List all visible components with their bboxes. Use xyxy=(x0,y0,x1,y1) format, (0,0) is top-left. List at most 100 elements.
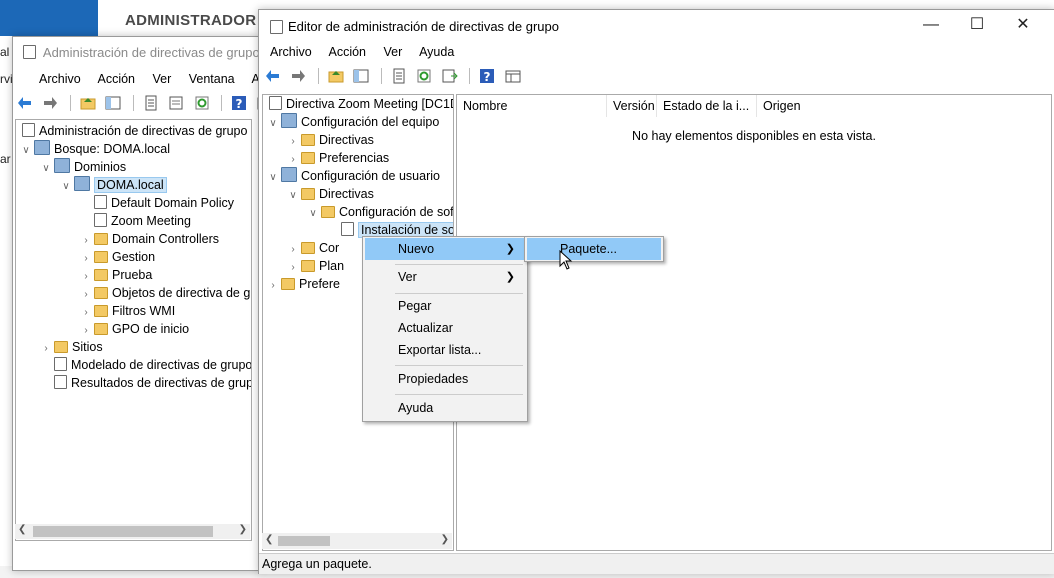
tree-item-software-settings[interactable]: ∨ Configuración de sof xyxy=(307,203,453,223)
column-header-install-state[interactable]: Estado de la i... xyxy=(657,95,757,117)
menu-item-exportar-lista[interactable]: Exportar lista... xyxy=(365,339,525,361)
tree-item-starter-gpos[interactable]: › GPO de inicio xyxy=(80,320,189,338)
software-installation-icon xyxy=(341,222,354,236)
tree-item-computer-policies[interactable]: › Directivas xyxy=(287,131,374,149)
gpmc-menu-archivo[interactable]: Archivo xyxy=(39,72,81,86)
editor-horizontal-scrollbar[interactable]: ❮ ❯ xyxy=(262,533,452,549)
menu-item-ver[interactable]: Ver ❯ xyxy=(365,266,525,288)
tree-item-label: Objetos de directiva de gr xyxy=(112,286,252,300)
domains-icon xyxy=(54,158,70,173)
editor-menubar: Archivo Acción Ver Ayuda xyxy=(270,45,468,59)
scrollbar-thumb[interactable] xyxy=(33,526,213,537)
back-arrow-icon[interactable] xyxy=(265,68,281,84)
tree-item-modeling[interactable]: Modelado de directivas de grupo xyxy=(40,356,251,374)
show-hide-tree-icon[interactable] xyxy=(353,68,369,84)
scrollbar-thumb[interactable] xyxy=(278,536,330,546)
tree-item-domains[interactable]: ∨ Dominios xyxy=(40,158,126,176)
forward-arrow-icon[interactable] xyxy=(42,95,58,111)
menu-item-label: Ver xyxy=(398,270,417,284)
gpmc-menu-accion[interactable]: Acción xyxy=(97,72,135,86)
toolbar-separator xyxy=(317,68,319,84)
help-icon[interactable]: ? xyxy=(231,95,247,111)
close-button[interactable]: ✕ xyxy=(1000,10,1046,40)
empty-list-message: No hay elementos disponibles en esta vis… xyxy=(632,129,876,143)
collapsed-chevron-icon[interactable]: › xyxy=(267,277,279,295)
tree-item-default-domain-policy[interactable]: Default Domain Policy xyxy=(80,194,234,212)
tree-item-plan[interactable]: › Plan xyxy=(287,257,344,275)
column-header-origin[interactable]: Origen xyxy=(757,95,863,117)
editor-menu-archivo[interactable]: Archivo xyxy=(270,45,312,59)
menu-item-ayuda[interactable]: Ayuda xyxy=(365,397,525,419)
editor-list-pane[interactable]: Nombre Versión Estado de la i... Origen … xyxy=(456,94,1052,551)
expand-chevron-icon[interactable]: ∨ xyxy=(20,142,32,160)
tree-item-computer-preferences[interactable]: › Preferencias xyxy=(287,149,389,167)
expand-chevron-icon[interactable]: ∨ xyxy=(267,115,279,133)
tree-item-prueba[interactable]: › Prueba xyxy=(80,266,152,284)
scroll-right-icon[interactable]: ❯ xyxy=(441,534,449,545)
gpmc-menu-ver[interactable]: Ver xyxy=(153,72,172,86)
menu-item-label: Exportar lista... xyxy=(398,343,482,357)
scroll-left-icon[interactable]: ❮ xyxy=(18,524,26,535)
properties-icon[interactable] xyxy=(143,95,159,111)
gpmc-tree-pane[interactable]: Administración de directivas de grupo ∨ B… xyxy=(15,119,252,541)
menu-item-paquete[interactable]: Paquete... xyxy=(527,238,661,260)
help-icon[interactable]: ? xyxy=(479,68,495,84)
expand-chevron-icon[interactable]: ∨ xyxy=(267,169,279,187)
forward-arrow-icon[interactable] xyxy=(290,68,306,84)
up-folder-icon[interactable] xyxy=(80,95,96,111)
tree-item-cor[interactable]: › Cor xyxy=(287,239,339,257)
tree-item-label: GPO de inicio xyxy=(112,322,190,336)
scroll-left-icon[interactable]: ❮ xyxy=(265,534,273,545)
tree-item-label: Cor xyxy=(319,241,340,255)
editor-menu-accion[interactable]: Acción xyxy=(328,45,366,59)
menu-item-nuevo[interactable]: Nuevo ❯ xyxy=(365,238,525,260)
export-list-icon[interactable] xyxy=(168,95,184,111)
tree-item-user-config[interactable]: ∨ Configuración de usuario xyxy=(267,167,440,185)
tree-item-gestion[interactable]: › Gestion xyxy=(80,248,155,266)
editor-menu-ayuda[interactable]: Ayuda xyxy=(419,45,454,59)
back-arrow-icon[interactable] xyxy=(17,95,33,111)
expand-chevron-icon[interactable]: ∨ xyxy=(60,178,72,196)
tree-item-zoom-meeting[interactable]: Zoom Meeting xyxy=(80,212,191,230)
menu-item-propiedades[interactable]: Propiedades xyxy=(365,368,525,390)
tree-item-sites[interactable]: › Sitios xyxy=(40,338,102,356)
gpmc-horizontal-scrollbar[interactable]: ❮ ❯ xyxy=(15,524,250,539)
expand-chevron-icon[interactable]: ∨ xyxy=(307,205,319,223)
gpmc-title-bar: Administración de directivas de grupo xyxy=(21,45,260,60)
tree-item-wmi-filters[interactable]: › Filtros WMI xyxy=(80,302,175,320)
expand-chevron-icon[interactable]: ∨ xyxy=(40,160,52,178)
tree-item-user-preferences[interactable]: › Prefere xyxy=(267,275,340,293)
export-list-icon[interactable] xyxy=(442,68,458,84)
editor-menu-ver[interactable]: Ver xyxy=(384,45,403,59)
expand-chevron-icon[interactable]: ∨ xyxy=(287,187,299,205)
column-header-name[interactable]: Nombre xyxy=(457,95,607,117)
folder-icon xyxy=(94,305,108,317)
tree-item-gpmc-root[interactable]: Administración de directivas de grupo xyxy=(20,122,247,140)
gpo-link-icon xyxy=(94,195,107,209)
refresh-icon[interactable] xyxy=(194,95,210,111)
show-hide-tree-icon[interactable] xyxy=(105,95,121,111)
menu-item-actualizar[interactable]: Actualizar xyxy=(365,317,525,339)
editor-title-bar: Editor de administración de directivas d… xyxy=(288,19,559,34)
scroll-right-icon[interactable]: ❯ xyxy=(239,524,247,535)
tree-item-domain-controllers[interactable]: › Domain Controllers xyxy=(80,230,219,248)
view-icon[interactable] xyxy=(505,68,521,84)
maximize-button[interactable]: ☐ xyxy=(954,10,1000,40)
tree-item-gpo-root[interactable]: Directiva Zoom Meeting [DC1D xyxy=(267,95,453,113)
menu-item-pegar[interactable]: Pegar xyxy=(365,295,525,317)
tree-item-user-policies[interactable]: ∨ Directivas xyxy=(287,185,374,203)
refresh-icon[interactable] xyxy=(416,68,432,84)
up-folder-icon[interactable] xyxy=(328,68,344,84)
folder-icon xyxy=(301,260,315,272)
editor-app-icon xyxy=(270,20,283,34)
tree-item-computer-config[interactable]: ∨ Configuración del equipo xyxy=(267,113,439,131)
minimize-button[interactable]: — xyxy=(908,10,954,40)
tree-item-gpo-objects[interactable]: › Objetos de directiva de gr xyxy=(80,284,252,302)
properties-icon[interactable] xyxy=(391,68,407,84)
tree-item-forest[interactable]: ∨ Bosque: DOMA.local xyxy=(20,140,170,158)
column-header-version[interactable]: Versión xyxy=(607,95,657,117)
tree-item-results[interactable]: Resultados de directivas de grupo xyxy=(40,374,251,392)
tree-item-doma-local[interactable]: ∨ DOMA.local xyxy=(60,176,167,194)
gpmc-menu-ventana[interactable]: Ventana xyxy=(189,72,235,86)
tree-item-label: Configuración de usuario xyxy=(301,169,440,183)
